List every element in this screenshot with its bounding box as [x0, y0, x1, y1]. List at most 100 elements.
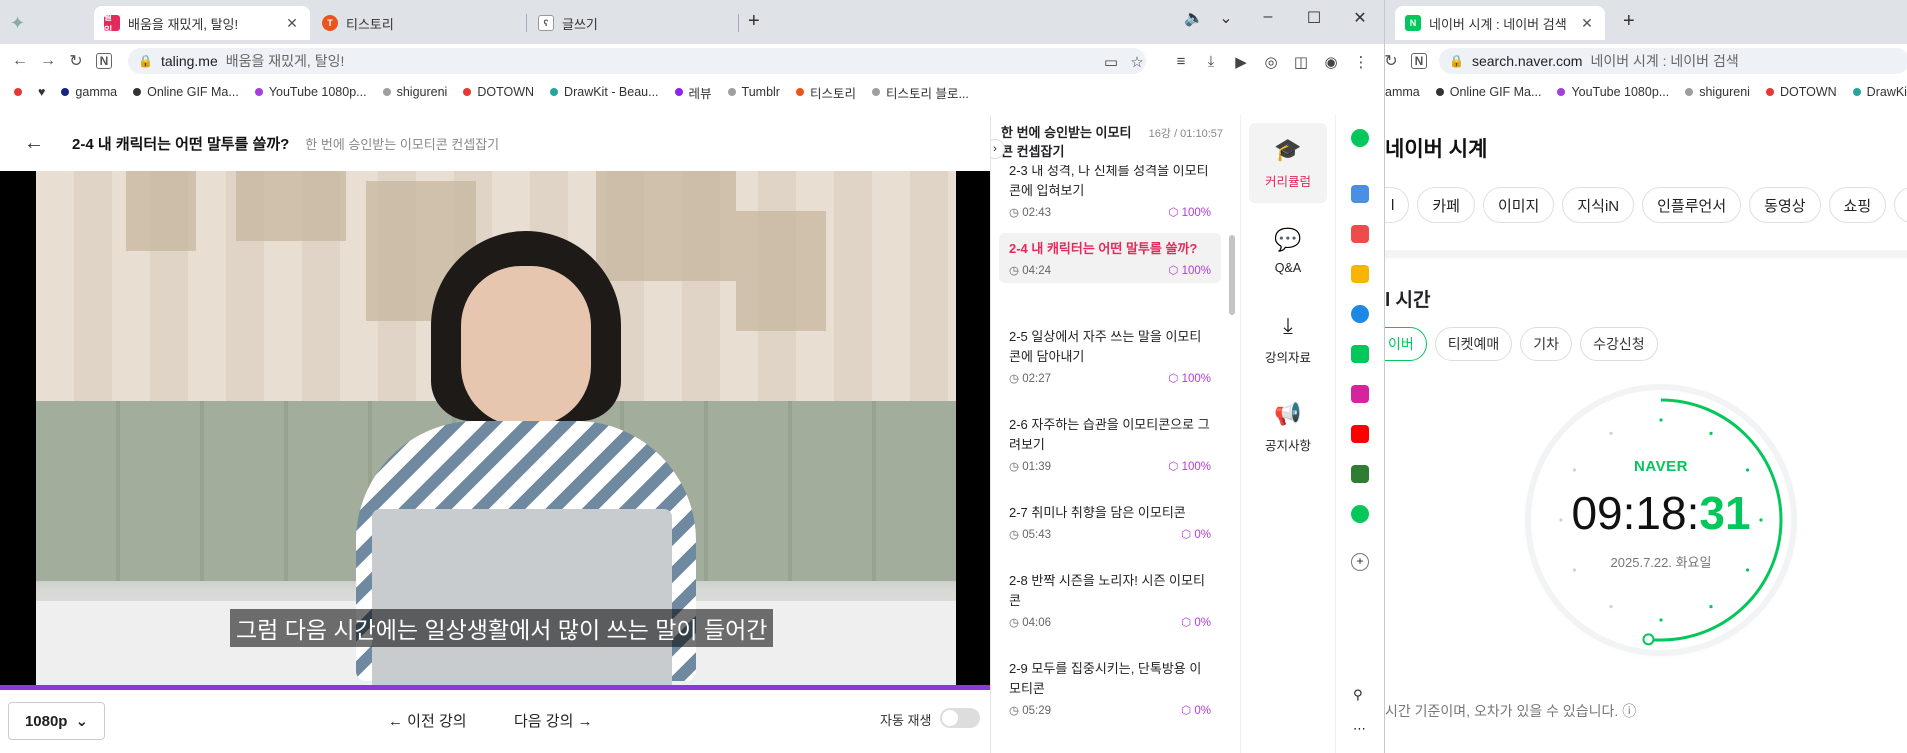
bookmark-item[interactable]: 레뷰 — [674, 83, 712, 102]
side-menu-materials[interactable]: ⤓ 강의자료 — [1249, 299, 1327, 379]
edge-extension-icon[interactable] — [1351, 305, 1369, 323]
back-button[interactable]: ← — [6, 52, 34, 70]
close-window-button[interactable]: ✕ — [1350, 8, 1370, 28]
chart-extension-icon[interactable] — [1351, 465, 1369, 483]
pocket-extension-icon[interactable] — [1351, 225, 1369, 243]
quality-select[interactable]: 1080p ⌄ — [8, 702, 105, 740]
next-lecture-button[interactable]: 다음 강의 → — [514, 710, 593, 731]
bookmarks-bar: amma Online GIF Ma... YouTube 1080p... s… — [1385, 78, 1907, 106]
subtab-course-reg[interactable]: 수강신청 — [1580, 327, 1658, 361]
search-tab-chip[interactable]: 카페 — [1417, 187, 1475, 223]
curriculum-item-current[interactable]: 2-4 내 캐릭터는 어떤 말투를 쓸까? ◷ 04:24 ⬡ 100% — [999, 233, 1221, 283]
chevron-down-icon[interactable]: ⌄ — [1216, 8, 1236, 28]
address-bar[interactable]: 🔒 search.naver.com 네이버 시계 : 네이버 검색 — [1439, 48, 1907, 74]
video-icon[interactable]: ▶ — [1232, 53, 1250, 71]
bookmark-item[interactable]: DOTOWN — [463, 85, 534, 99]
tab-strip: N 네이버 시계 : 네이버 검색 ✕ + — [1385, 0, 1907, 44]
bookmark-item[interactable]: Online GIF Ma... — [133, 85, 239, 99]
search-tab-chip[interactable]: 지식iN — [1562, 187, 1635, 223]
search-tab-chip[interactable]: 동영상 — [1749, 187, 1821, 223]
bookmark-item[interactable]: DrawKit - B — [1852, 85, 1907, 99]
address-bar[interactable]: 🔒 taling.me 배움을 재밌게, 탈잉! — [128, 48, 1146, 74]
bookmark-item[interactable]: Tumblr — [727, 85, 780, 99]
video-player[interactable]: 그럼 다음 시간에는 일상생활에서 많이 쓰는 말이 들어간 — [0, 171, 990, 685]
search-tab-chip[interactable]: 이미지 — [1482, 187, 1555, 223]
tab-write[interactable]: ʕ 글쓰기 — [528, 6, 740, 40]
graduation-cap-icon: 🎓 — [1274, 136, 1302, 162]
new-tab-button[interactable]: + — [1623, 10, 1635, 33]
bookmark-item[interactable]: shigureni — [1685, 85, 1750, 99]
reading-list-icon[interactable]: ≡ — [1172, 53, 1190, 70]
search-tab-chip[interactable]: 인플루언서 — [1642, 187, 1742, 223]
profile-icon[interactable]: ◉ — [1322, 53, 1340, 71]
bookmark-item[interactable]: YouTube 1080p... — [1557, 85, 1669, 99]
youtube-icon[interactable] — [1351, 425, 1369, 443]
close-icon[interactable]: ✕ — [284, 15, 300, 32]
subtab-naver[interactable]: 이버 — [1385, 327, 1427, 361]
pin-icon[interactable]: ⚲ — [1353, 687, 1363, 703]
back-arrow-icon[interactable]: ← — [24, 132, 64, 155]
cast-icon[interactable]: ▭ — [1102, 53, 1120, 71]
autoplay-label: 자동 재생 — [880, 713, 932, 728]
star-extension-icon[interactable] — [1351, 265, 1369, 283]
menu-kebab-icon[interactable]: ⋮ — [1352, 53, 1370, 71]
bookmark-item[interactable]: Online GIF Ma... — [1435, 85, 1541, 99]
side-menu-curriculum[interactable]: 🎓 커리큘럼 — [1249, 123, 1327, 203]
add-icon[interactable]: + — [1351, 553, 1369, 571]
bookmark-item[interactable]: 티스토리 블로... — [872, 83, 969, 102]
naver-n-icon[interactable]: N — [1411, 53, 1427, 69]
speaker-icon[interactable]: 🔈 — [1184, 8, 1204, 28]
bookmark-item[interactable] — [14, 88, 22, 96]
url-host: taling.me — [160, 53, 218, 69]
curriculum-scrollbar[interactable] — [1229, 235, 1235, 315]
curriculum-item[interactable]: 2-9 모두를 집중시키는, 단톡방용 이모티콘 ◷ 05:29 ⬡ 0% — [999, 653, 1221, 723]
bookmark-item[interactable]: ♥ — [38, 85, 45, 99]
curriculum-item[interactable]: 2-3 내 성격, 나 신체를 성격을 이모티콘에 입혀보기 ◷ 02:43 ⬡ … — [999, 155, 1221, 225]
download-icon[interactable]: ⤓ — [1202, 53, 1220, 70]
tab-separator — [738, 14, 739, 32]
tab-naver-clock[interactable]: N 네이버 시계 : 네이버 검색 ✕ — [1395, 6, 1605, 40]
search-tab-chip[interactable]: l — [1385, 187, 1410, 223]
calendar-extension-icon[interactable] — [1351, 185, 1369, 203]
instagram-icon[interactable] — [1351, 385, 1369, 403]
bookmark-item[interactable]: gamma — [61, 85, 117, 99]
curriculum-item[interactable]: 2-8 반짝 시즌을 노리자! 시즌 이모티콘 ◷ 04:06 ⬡ 0% — [999, 565, 1221, 635]
curriculum-item[interactable]: 2-6 자주하는 습관을 이모티콘으로 그려보기 ◷ 01:39 ⬡ 100% — [999, 409, 1221, 479]
maximize-button[interactable]: ☐ — [1304, 8, 1324, 28]
forward-button[interactable]: → — [34, 52, 62, 70]
green-circle-extension-icon[interactable] — [1351, 129, 1369, 147]
reload-button[interactable]: ↻ — [1385, 51, 1405, 71]
tab-taling[interactable]: 탈잉 배움을 재밌게, 탈잉! ✕ — [94, 6, 310, 40]
side-menu-qna[interactable]: 💬 Q&A — [1249, 211, 1327, 291]
bookmark-item[interactable]: YouTube 1080p... — [254, 85, 367, 99]
new-tab-button[interactable]: + — [748, 10, 760, 33]
autoplay-toggle[interactable] — [940, 708, 980, 728]
bookmark-star-icon[interactable]: ☆ — [1128, 53, 1146, 71]
tab-tistory[interactable]: T 티스토리 — [312, 6, 524, 40]
subtab-train[interactable]: 기차 — [1520, 327, 1573, 361]
naver-n-icon[interactable]: N — [96, 53, 112, 69]
curriculum-item[interactable]: 2-5 일상에서 자주 쓰는 말을 이모티콘에 담아내기 ◷ 02:27 ⬡ 10… — [999, 321, 1221, 391]
bookmark-item[interactable]: DOTOWN — [1765, 85, 1837, 99]
subtab-ticket[interactable]: 티켓예매 — [1434, 327, 1513, 361]
split-view-icon[interactable]: ◫ — [1292, 53, 1310, 71]
bookmark-item[interactable]: amma — [1385, 85, 1420, 99]
bag-extension-icon[interactable] — [1351, 505, 1369, 523]
minimize-button[interactable]: – — [1258, 8, 1278, 26]
bookmark-item[interactable]: shigureni — [382, 85, 447, 99]
more-icon[interactable]: ⋯ — [1353, 721, 1366, 737]
bookmark-item[interactable]: DrawKit - Beau... — [550, 85, 659, 99]
seconds-knob — [1642, 633, 1655, 646]
close-icon[interactable]: ✕ — [1579, 15, 1595, 32]
bookmark-item[interactable]: 티스토리 — [795, 83, 856, 102]
chat-bubble-icon: 💬 — [1274, 227, 1302, 252]
tab-search-icon-area[interactable]: ✦ — [0, 6, 90, 40]
screenshot-icon[interactable]: ◎ — [1262, 53, 1280, 71]
curriculum-item[interactable]: 2-7 취미나 취향을 담은 이모티콘 ◷ 05:43 ⬡ 0% — [999, 497, 1221, 547]
search-tab-chip[interactable]: 쇼핑 — [1828, 187, 1887, 223]
side-menu-notice[interactable]: 📢 공지사항 — [1249, 387, 1327, 467]
search-tab-chip[interactable]: 뉴스 — [1894, 187, 1907, 223]
line-extension-icon[interactable] — [1351, 345, 1369, 363]
prev-lecture-button[interactable]: ← 이전 강의 — [388, 710, 467, 731]
reload-button[interactable]: ↻ — [62, 51, 90, 71]
